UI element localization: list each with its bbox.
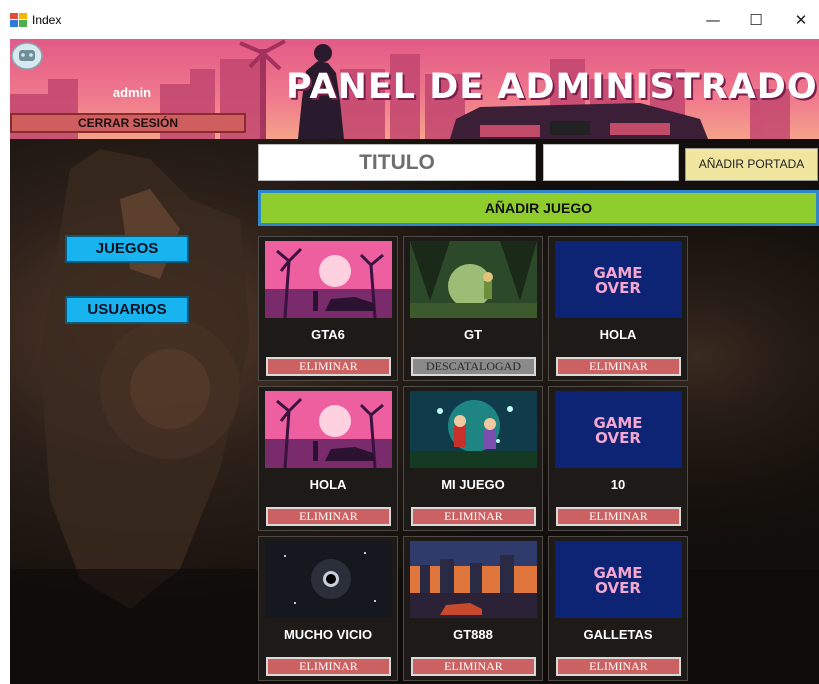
title-input[interactable]: TITULO (258, 144, 536, 181)
game-card: MUCHO VICIO ELIMINAR (258, 536, 398, 681)
delete-game-button[interactable]: ELIMINAR (266, 357, 391, 376)
delete-game-button[interactable]: ELIMINAR (266, 657, 391, 676)
admin-username: admin (112, 85, 152, 100)
game-card: GT DESCATALOGAD (403, 236, 543, 381)
game-name: 10 (610, 477, 626, 492)
game-card: GT888 ELIMINAR (403, 536, 543, 681)
close-button[interactable]: ✕ (781, 6, 819, 34)
game-cover-image (265, 241, 392, 318)
game-name: HOLA (309, 477, 347, 492)
games-nav-button[interactable]: JUEGOS (65, 235, 189, 263)
game-name: MI JUEGO (441, 477, 505, 492)
game-cover-image: GAME OVER (555, 541, 682, 618)
game-cover-image (410, 391, 537, 468)
delete-game-button[interactable]: ELIMINAR (556, 507, 681, 526)
game-name: HOLA (599, 327, 637, 342)
add-cover-button[interactable]: AÑADIR PORTADA (685, 148, 818, 181)
logout-button[interactable]: CERRAR SESIÓN (10, 113, 246, 133)
game-card: GAME OVER 10 ELIMINAR (548, 386, 688, 531)
page-title: PANEL DE ADMINISTRADOR (286, 67, 819, 107)
window-title: Index (32, 13, 62, 27)
game-name: GT888 (453, 627, 493, 642)
discontinued-game-button[interactable]: DESCATALOGAD (411, 357, 536, 376)
game-card: GAME OVER GALLETAS ELIMINAR (548, 536, 688, 681)
game-card: HOLA ELIMINAR (258, 386, 398, 531)
game-name: GTA6 (311, 327, 345, 342)
admin-avatar-icon (11, 42, 43, 70)
header-banner: admin CERRAR SESIÓN PANEL DE ADMINISTRAD… (10, 39, 819, 139)
admin-panel-window: admin CERRAR SESIÓN PANEL DE ADMINISTRAD… (10, 39, 819, 684)
game-cover-image (265, 391, 392, 468)
game-cover-image (410, 241, 537, 318)
delete-game-button[interactable]: ELIMINAR (556, 657, 681, 676)
minimize-button[interactable]: — (693, 6, 733, 34)
game-cover-image (410, 541, 537, 618)
game-card: MI JUEGO ELIMINAR (403, 386, 543, 531)
game-over-line-2: OVER (595, 579, 641, 597)
game-name: GT (463, 327, 483, 342)
game-card: GAME OVER HOLA ELIMINAR (548, 236, 688, 381)
game-cover-image: GAME OVER (555, 391, 682, 468)
delete-game-button[interactable]: ELIMINAR (411, 507, 536, 526)
delete-game-button[interactable]: ELIMINAR (266, 507, 391, 526)
game-over-line-2: OVER (595, 429, 641, 447)
game-name: MUCHO VICIO (283, 627, 373, 642)
game-card: GTA6 ELIMINAR (258, 236, 398, 381)
window-titlebar: Index — ☐ ✕ (0, 0, 819, 39)
delete-game-button[interactable]: ELIMINAR (556, 357, 681, 376)
game-cover-image (265, 541, 392, 618)
app-icon (10, 13, 27, 27)
delete-game-button[interactable]: ELIMINAR (411, 657, 536, 676)
cover-input[interactable] (543, 144, 679, 181)
game-cover-image: GAME OVER (555, 241, 682, 318)
game-over-line-2: OVER (595, 279, 641, 297)
maximize-button[interactable]: ☐ (736, 6, 776, 34)
game-name: GALLETAS (583, 627, 653, 642)
users-nav-button[interactable]: USUARIOS (65, 296, 189, 324)
add-game-button[interactable]: AÑADIR JUEGO (258, 190, 819, 226)
